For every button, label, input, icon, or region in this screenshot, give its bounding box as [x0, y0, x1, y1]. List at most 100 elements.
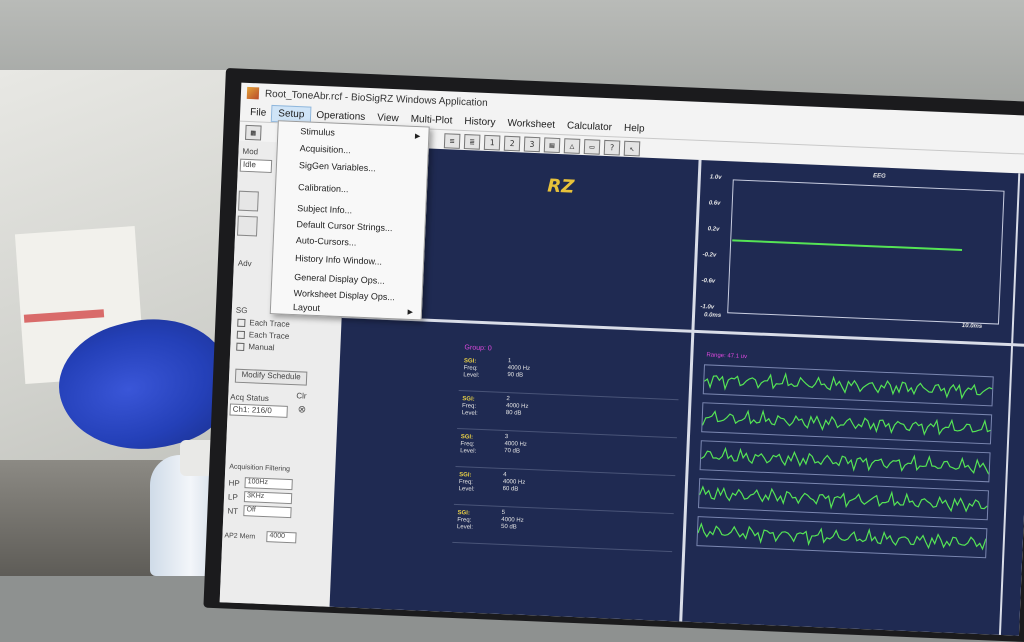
- level-label: Level:: [456, 524, 474, 531]
- eeg-ytick-5: -1.0v: [700, 304, 715, 311]
- waveform-trace: [700, 446, 990, 475]
- menu-item-calibration[interactable]: Calibration...: [298, 182, 349, 194]
- abr-traces: Range: 47.1 uv: [689, 350, 1000, 632]
- trace-row: [701, 402, 993, 445]
- level-label: Level:: [463, 372, 480, 379]
- modify-schedule-button[interactable]: Modify Schedule: [234, 368, 308, 386]
- menu-item-acquisition[interactable]: Acquisition...: [299, 143, 350, 155]
- setup-menu: Stimulus ▶ Acquisition... SigGen Variabl…: [269, 120, 430, 321]
- menu-item-default-cursor-strings[interactable]: Default Cursor Strings...: [296, 219, 392, 233]
- menu-item-layout[interactable]: Layout: [293, 302, 320, 313]
- submenu-arrow-icon: ▶: [407, 308, 414, 317]
- waveform-line: [700, 446, 990, 475]
- nt-select[interactable]: Off: [243, 505, 292, 519]
- eeg-ytick-1: 0.6v: [708, 200, 721, 207]
- hp-label: HP: [228, 478, 240, 488]
- eeg-plot-frame: [727, 179, 1005, 325]
- triangle-icon[interactable]: △: [563, 137, 581, 154]
- menu-worksheet[interactable]: Worksheet: [501, 115, 561, 132]
- waveform-line: [702, 409, 991, 436]
- chart-icon[interactable]: ▦: [245, 124, 262, 141]
- panel-button-1[interactable]: [238, 190, 259, 212]
- eeg-x-end: 10.0ms: [961, 323, 983, 330]
- each-trace-check-1[interactable]: Each Trace: [237, 318, 290, 329]
- menu-item-general-display-ops[interactable]: General Display Ops...: [294, 272, 385, 286]
- help-icon[interactable]: ?: [603, 139, 621, 156]
- monitor: Root_ToneAbr.rcf - BioSigRZ Windows Appl…: [203, 68, 1024, 642]
- waveform-trace: [702, 409, 991, 436]
- list-alt-icon[interactable]: ≣: [463, 133, 481, 150]
- eeg-ytick-3: -0.2v: [702, 252, 717, 259]
- submenu-arrow-icon: ▶: [414, 132, 421, 141]
- ap2-mem-field: 4000: [266, 531, 297, 544]
- eeg-ytick-4: -0.6v: [701, 278, 716, 285]
- trace-row: [696, 516, 988, 559]
- group-row-labels: SGI: Freq: Level:: [462, 396, 479, 418]
- whatsthis-icon[interactable]: ↖: [623, 140, 641, 156]
- group-row-values: 3 4000 Hz 70 dB: [504, 434, 527, 456]
- mode-label: Mod: [242, 146, 259, 157]
- print-icon[interactable]: ▭: [583, 138, 601, 155]
- menu-item-history-info-window[interactable]: History Info Window...: [295, 253, 382, 267]
- lp-label: LP: [227, 492, 239, 502]
- eeg-ytick-2: 0.2v: [707, 226, 720, 233]
- sg-label: SG: [235, 305, 248, 316]
- nt-label: NT: [227, 506, 239, 516]
- level-label: Level:: [461, 410, 478, 417]
- trace-row: [702, 364, 994, 407]
- level-label: Level:: [460, 448, 477, 455]
- panel-button-2[interactable]: [236, 215, 258, 237]
- ap2-mem-label: AP2 Mem: [224, 532, 256, 541]
- eeg-x-start: 0.0ms: [703, 312, 722, 319]
- rz-logo: RZ: [546, 175, 575, 198]
- grid-icon[interactable]: ▤: [543, 136, 561, 153]
- waveform-trace: [697, 522, 987, 551]
- menu-history[interactable]: History: [458, 113, 502, 130]
- group-row-labels: SGI: Freq: Level:: [458, 472, 475, 494]
- group-row-labels: SGI: Freq: Level:: [457, 510, 474, 532]
- group-row-values: 4 4000 Hz 60 dB: [502, 472, 525, 494]
- group-panel: Group: 0 SGI: Freq: Level: 1 4000 Hz 90 dB SGI…: [450, 340, 686, 619]
- clr-label: Clr: [296, 391, 307, 401]
- eeg-ytick-0: 1.0v: [709, 174, 722, 181]
- manual-check[interactable]: Manual: [236, 342, 275, 352]
- group-row-values: 2 4000 Hz 80 dB: [506, 396, 529, 418]
- menu-calculator[interactable]: Calculator: [561, 118, 619, 135]
- menu-file[interactable]: File: [244, 104, 273, 120]
- trace-row: [699, 440, 991, 483]
- menu-item-worksheet-display-ops[interactable]: Worksheet Display Ops...: [293, 288, 395, 302]
- group-row-labels: SGI: Freq: Level:: [460, 434, 477, 456]
- acq-status-label: Acq Status: [230, 392, 270, 404]
- menu-item-auto-cursors[interactable]: Auto-Cursors...: [296, 235, 357, 248]
- lp-select[interactable]: 3KHz: [243, 491, 293, 505]
- adv-label: Adv: [237, 258, 252, 269]
- menu-item-stimulus[interactable]: Stimulus: [300, 126, 335, 137]
- each-trace-check-2[interactable]: Each Trace: [237, 330, 290, 341]
- level-value: 70 dB: [504, 447, 521, 455]
- group-row: SGI: Freq: Level: 5 4000 Hz 50 dB: [452, 505, 674, 553]
- plot-3-button[interactable]: 3: [523, 136, 541, 152]
- menu-help[interactable]: Help: [618, 120, 651, 136]
- level-value: 50 dB: [500, 523, 517, 531]
- filtering-label: Acquisition Filtering: [229, 463, 291, 474]
- plot-1-button[interactable]: 1: [483, 134, 501, 151]
- app-icon: [246, 86, 260, 100]
- trace-row: [697, 478, 989, 521]
- level-value: 90 dB: [507, 372, 524, 379]
- level-label: Level:: [458, 486, 475, 493]
- hp-select[interactable]: 100Hz: [244, 477, 293, 491]
- eeg-title: EEG: [872, 173, 886, 180]
- menu-item-siggen-variables[interactable]: SigGen Variables...: [299, 160, 376, 173]
- group-row-labels: SGI: Freq: Level:: [463, 358, 480, 380]
- list-icon[interactable]: ≡: [443, 132, 461, 149]
- screen: Root_ToneAbr.rcf - BioSigRZ Windows Appl…: [219, 82, 1024, 636]
- mode-field[interactable]: Idle: [239, 158, 273, 174]
- clear-icon[interactable]: ⊗: [298, 404, 307, 415]
- plot-2-button[interactable]: 2: [503, 135, 521, 151]
- level-value: 60 dB: [502, 485, 519, 493]
- group-label: Group: 0: [464, 344, 492, 353]
- group-row-values: 5 4000 Hz 50 dB: [501, 510, 524, 532]
- menu-item-subject-info[interactable]: Subject Info...: [297, 203, 352, 215]
- waveform-trace: [703, 371, 993, 400]
- plot-area: RZ EEG 1.0v 0.6v 0.2v -0.2v -0.6v -1.0v …: [329, 145, 1024, 636]
